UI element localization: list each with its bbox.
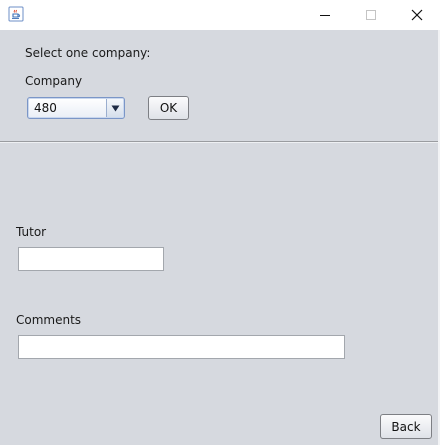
java-coffee-cup-icon	[8, 6, 24, 22]
comments-label: Comments	[16, 313, 82, 327]
maximize-icon	[366, 10, 376, 20]
company-label: Company	[25, 74, 83, 88]
ok-button-label: OK	[159, 101, 178, 115]
tutor-field[interactable]	[18, 247, 164, 271]
close-button[interactable]	[394, 0, 440, 30]
back-button[interactable]: Back	[380, 414, 432, 439]
comments-field[interactable]	[18, 335, 345, 359]
close-icon	[411, 9, 423, 21]
ok-button[interactable]: OK	[148, 96, 189, 120]
back-button-label: Back	[391, 419, 421, 434]
title-bar[interactable]	[0, 0, 440, 30]
company-selected-value: 480	[34, 101, 57, 115]
section-divider-highlight	[0, 142, 438, 143]
tutor-label: Tutor	[16, 225, 47, 239]
company-combobox[interactable]: 480	[27, 97, 125, 119]
application-window: Select one company: Company 480 OK Tutor…	[0, 0, 440, 445]
dropdown-arrow-button[interactable]	[106, 99, 123, 117]
maximize-button[interactable]	[348, 0, 394, 30]
chevron-down-icon	[111, 105, 119, 111]
minimize-icon	[320, 15, 330, 16]
select-company-prompt: Select one company:	[25, 46, 151, 60]
minimize-button[interactable]	[302, 0, 348, 30]
